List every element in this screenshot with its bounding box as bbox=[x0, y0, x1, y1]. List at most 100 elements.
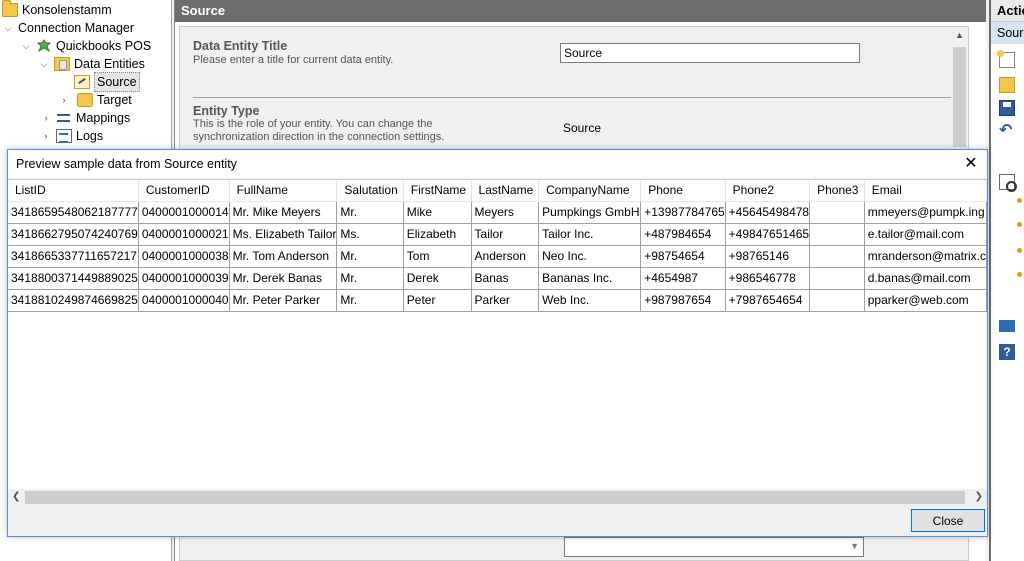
chevron-right-icon[interactable]: › bbox=[40, 127, 52, 145]
table-cell[interactable]: +4654987 bbox=[640, 267, 726, 290]
table-cell[interactable]: Tailor Inc. bbox=[538, 223, 642, 246]
tree-item-konsolenstamm[interactable]: Konsolenstamm bbox=[2, 0, 112, 19]
connection-icon[interactable] bbox=[999, 320, 1015, 332]
table-cell[interactable]: Parker bbox=[471, 289, 540, 312]
column-header[interactable]: Phone2 bbox=[725, 180, 811, 202]
table-cell[interactable]: Ms. bbox=[336, 223, 404, 246]
data-entity-title-input[interactable]: Source bbox=[560, 43, 860, 63]
table-cell[interactable]: +7987654654 bbox=[725, 289, 811, 312]
table-cell[interactable] bbox=[809, 201, 865, 224]
tree-item-data-entities[interactable]: ⌵ Data Entities bbox=[38, 55, 145, 73]
table-row[interactable]: 3418662795074240769 0400001000021 Ms. Eliz… bbox=[8, 223, 987, 246]
table-cell[interactable]: Pumpkings GmbH bbox=[538, 201, 642, 224]
table-cell[interactable]: e.tailor@mail.com bbox=[864, 223, 987, 246]
tree-item-target[interactable]: › Target bbox=[58, 91, 132, 109]
table-cell[interactable]: Banas bbox=[471, 267, 540, 290]
table-cell[interactable]: +987987654 bbox=[640, 289, 726, 312]
tree-item-quickbooks-pos[interactable]: ⌵ Quickbooks POS bbox=[20, 37, 152, 55]
table-cell[interactable] bbox=[809, 223, 865, 246]
scroll-up-icon[interactable]: ▲ bbox=[955, 30, 964, 40]
table-cell[interactable]: Mr. bbox=[336, 267, 404, 290]
table-cell[interactable] bbox=[809, 245, 865, 268]
column-header[interactable]: Email bbox=[864, 180, 987, 202]
table-cell[interactable]: +98754654 bbox=[640, 245, 726, 268]
table-cell[interactable]: Mr. bbox=[336, 201, 404, 224]
table-cell[interactable]: Meyers bbox=[471, 201, 540, 224]
table-cell[interactable]: Mr. Mike Meyers bbox=[229, 201, 338, 224]
table-row[interactable]: 3418800371449889025 0400001000039 Mr. Dere… bbox=[8, 267, 987, 290]
table-cell[interactable]: +49847651465 bbox=[725, 223, 811, 246]
tree-item-logs[interactable]: › Logs bbox=[40, 127, 103, 145]
table-cell[interactable]: d.banas@mail.com bbox=[864, 267, 987, 290]
table-cell[interactable]: mranderson@matrix.c bbox=[864, 245, 987, 268]
table-cell[interactable]: Mike bbox=[403, 201, 472, 224]
tree-item-connection-manager[interactable]: ⌵ Connection Manager bbox=[2, 19, 134, 37]
table-row[interactable]: 3418665337711657217 0400001000038 Mr. Tom … bbox=[8, 245, 987, 268]
chevron-down-icon[interactable]: ⌵ bbox=[38, 55, 50, 73]
table-cell[interactable]: +986546778 bbox=[725, 267, 811, 290]
table-cell[interactable]: 0400001000039 bbox=[138, 267, 230, 290]
table-cell[interactable]: Mr. bbox=[336, 245, 404, 268]
column-header[interactable]: Phone3 bbox=[809, 180, 865, 202]
data-grid[interactable]: ListID CustomerID FullName Salutation FirstN… bbox=[8, 179, 987, 505]
chevron-right-icon[interactable]: › bbox=[58, 91, 70, 109]
column-header[interactable]: ListID bbox=[8, 180, 139, 202]
table-cell[interactable]: Elizabeth bbox=[403, 223, 472, 246]
table-cell[interactable]: +98765146 bbox=[725, 245, 811, 268]
chevron-down-icon[interactable]: ⌵ bbox=[2, 19, 14, 37]
open-folder-icon[interactable] bbox=[999, 77, 1015, 93]
column-header[interactable]: LastName bbox=[471, 180, 540, 202]
tree-item-mappings[interactable]: › Mappings bbox=[40, 109, 131, 127]
table-cell[interactable]: 3418800371449889025 bbox=[8, 267, 139, 290]
column-header[interactable]: CustomerID bbox=[138, 180, 230, 202]
table-cell[interactable]: Tom bbox=[403, 245, 472, 268]
table-cell[interactable]: Ms. Elizabeth Tailor bbox=[229, 223, 338, 246]
column-header[interactable]: CompanyName bbox=[538, 180, 642, 202]
tree-item-source[interactable]: Source bbox=[74, 72, 140, 92]
undo-icon[interactable]: ↶ bbox=[999, 123, 1015, 139]
save-icon[interactable] bbox=[999, 100, 1015, 116]
table-cell[interactable]: Neo Inc. bbox=[538, 245, 642, 268]
preview-icon[interactable] bbox=[999, 174, 1017, 192]
settings-dropdown[interactable]: ▼ bbox=[564, 537, 864, 557]
table-row[interactable]: 3418659548062187777 0400001000014 Mr. Mike… bbox=[8, 201, 987, 224]
table-cell[interactable]: Tailor bbox=[471, 223, 540, 246]
table-cell[interactable]: 0400001000021 bbox=[138, 223, 230, 246]
column-header[interactable]: Salutation bbox=[336, 180, 404, 202]
new-icon[interactable] bbox=[997, 50, 1015, 68]
table-cell[interactable]: Anderson bbox=[471, 245, 540, 268]
table-cell[interactable]: Mr. Tom Anderson bbox=[229, 245, 338, 268]
table-cell[interactable]: Web Inc. bbox=[538, 289, 642, 312]
table-cell[interactable] bbox=[809, 267, 865, 290]
table-cell[interactable]: +13987784765 bbox=[640, 201, 726, 224]
table-cell[interactable]: 3418662795074240769 bbox=[8, 223, 139, 246]
table-cell[interactable]: 3418659548062187777 bbox=[8, 201, 139, 224]
table-cell[interactable]: 0400001000040 bbox=[138, 289, 230, 312]
column-header[interactable]: FirstName bbox=[403, 180, 472, 202]
table-cell[interactable]: 0400001000014 bbox=[138, 201, 230, 224]
horizontal-scrollbar[interactable]: ❮ ❯ bbox=[8, 489, 987, 506]
table-cell[interactable]: mmeyers@pumpk.ing bbox=[864, 201, 987, 224]
scroll-thumb[interactable] bbox=[25, 491, 965, 504]
column-header[interactable]: Phone bbox=[640, 180, 726, 202]
table-cell[interactable]: 3418810249874669825 bbox=[8, 289, 139, 312]
table-cell[interactable]: 3418665337711657217 bbox=[8, 245, 139, 268]
column-header[interactable]: FullName bbox=[229, 180, 338, 202]
chevron-right-icon[interactable]: › bbox=[40, 109, 52, 127]
close-button[interactable]: Close bbox=[911, 509, 985, 532]
help-icon[interactable]: ? bbox=[999, 344, 1015, 360]
table-cell[interactable]: Mr. Peter Parker bbox=[229, 289, 338, 312]
scroll-right-icon[interactable]: ❯ bbox=[975, 491, 983, 502]
scroll-left-icon[interactable]: ❮ bbox=[12, 491, 20, 502]
table-cell[interactable]: +487984654 bbox=[640, 223, 726, 246]
table-cell[interactable]: +45645498478 bbox=[725, 201, 811, 224]
table-cell[interactable]: Derek bbox=[403, 267, 472, 290]
close-icon[interactable]: ✕ bbox=[961, 154, 981, 174]
table-cell[interactable]: Mr. bbox=[336, 289, 404, 312]
table-cell[interactable]: Peter bbox=[403, 289, 472, 312]
table-cell[interactable]: Mr. Derek Banas bbox=[229, 267, 338, 290]
table-cell[interactable]: 0400001000038 bbox=[138, 245, 230, 268]
scroll-thumb[interactable] bbox=[953, 47, 966, 147]
table-cell[interactable]: Bananas Inc. bbox=[538, 267, 642, 290]
table-cell[interactable] bbox=[809, 289, 865, 312]
